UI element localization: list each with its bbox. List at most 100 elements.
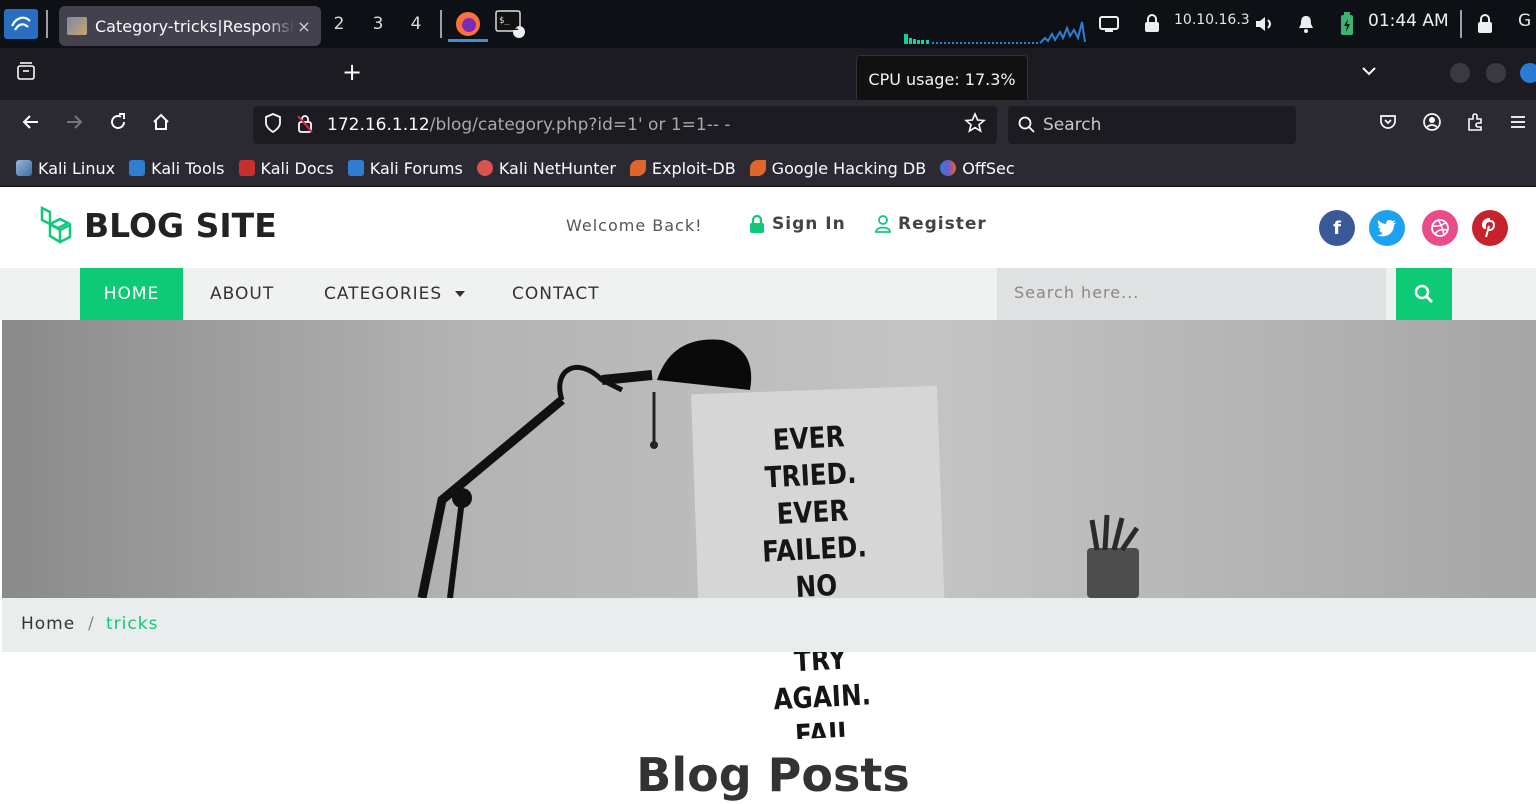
menu-about[interactable]: ABOUT [210, 268, 274, 320]
tab-bar [0, 48, 1536, 100]
poster-line: EVER TRIED. [763, 419, 858, 495]
section-title: Blog Posts [636, 748, 910, 802]
workspace-3[interactable]: 3 [360, 8, 396, 42]
url-path: /blog/category.php?id=1' or 1=1-- - [429, 115, 731, 135]
tracking-shield-icon[interactable] [260, 112, 286, 138]
kali-forums-icon [347, 160, 364, 176]
breadcrumb-separator: / [88, 614, 95, 634]
volume-icon[interactable] [1253, 9, 1277, 39]
bookmark-label: Kali Forums [369, 158, 463, 178]
kali-docs-icon [238, 160, 255, 176]
twitter-icon[interactable] [1369, 210, 1405, 246]
firefox-task-button[interactable] [448, 8, 488, 42]
facebook-icon[interactable]: f [1319, 210, 1355, 246]
tab-favicon-icon [67, 17, 87, 35]
forward-button[interactable] [61, 112, 87, 138]
bookmark-kali-forums[interactable]: Kali Forums [347, 158, 463, 178]
bookmark-exploit-db[interactable]: Exploit-DB [629, 158, 736, 178]
bookmark-kali-tools[interactable]: Kali Tools [129, 158, 225, 178]
site-search-button[interactable] [1396, 268, 1452, 320]
insecure-lock-icon[interactable] [292, 112, 318, 138]
menu-contact[interactable]: CONTACT [512, 268, 600, 320]
browser-search-box[interactable]: Search [1008, 106, 1296, 144]
bookmark-star-icon[interactable] [962, 111, 988, 138]
close-window-button[interactable] [1520, 63, 1536, 83]
poster-line: EVER FAILED. [761, 493, 868, 569]
bookmark-label: Kali Tools [151, 158, 225, 178]
pocket-icon[interactable] [1375, 112, 1401, 138]
user-icon [875, 215, 891, 233]
breadcrumb-home[interactable]: Home [21, 614, 75, 634]
minimize-button[interactable] [1450, 63, 1470, 83]
breadcrumb [2, 598, 1536, 652]
lock-screen-icon[interactable] [1474, 9, 1496, 39]
bookmark-label: Kali Linux [38, 158, 116, 178]
lock-icon [750, 215, 764, 233]
menu-categories-label: CATEGORIES [324, 284, 443, 304]
url-text[interactable]: 172.16.1.12/blog/category.php?id=1' or 1… [327, 115, 731, 135]
sign-in-link[interactable]: Sign In [749, 214, 846, 234]
url-host: 172.16.1.12 [327, 115, 430, 135]
caret-down-icon [454, 291, 465, 297]
bookmark-label: Kali NetHunter [498, 158, 616, 178]
svg-text:$_: $_ [499, 16, 510, 26]
battery-icon[interactable] [1336, 9, 1358, 39]
terminal-task-button[interactable]: $_ 2 [492, 9, 528, 39]
pinterest-icon[interactable] [1472, 210, 1508, 246]
reload-button[interactable] [105, 112, 131, 138]
home-button[interactable] [148, 112, 174, 138]
extensions-icon[interactable] [1462, 112, 1488, 138]
bookmark-kali-linux[interactable]: Kali Linux [16, 159, 115, 178]
browser-search-placeholder: Search [1043, 115, 1102, 135]
cpu-tooltip: CPU usage: 17.3% [856, 55, 1028, 103]
bookmark-kali-nethunter[interactable]: Kali NetHunter [476, 158, 616, 178]
offsec-icon [940, 160, 957, 176]
search-icon [1414, 284, 1433, 303]
menu-categories[interactable]: CATEGORIES [324, 268, 465, 320]
clock[interactable]: 01:44 AM [1368, 11, 1449, 31]
site-search-placeholder: Search here... [1014, 283, 1140, 302]
bookmark-label: OffSec [962, 158, 1015, 178]
bookmark-label: Google Hacking DB [771, 158, 927, 178]
account-icon[interactable] [1419, 112, 1445, 138]
workspace-2[interactable]: 2 [321, 8, 357, 42]
vpn-lock-icon[interactable] [1141, 9, 1163, 39]
register-label: Register [898, 214, 987, 234]
kali-tools-icon [129, 160, 146, 176]
back-button[interactable] [18, 112, 44, 138]
site-logo[interactable]: BLOG SITE [38, 204, 277, 246]
hero-poster-text: EVER TRIED. EVER FAILED. NO MATTER. TRY … [731, 416, 900, 741]
maximize-button[interactable] [1486, 63, 1506, 83]
kali-dragon-icon [16, 160, 32, 176]
bookmarks-toolbar: Kali Linux Kali Tools Kali Docs Kali For… [0, 150, 1536, 187]
app-menu-icon[interactable] [1505, 112, 1531, 138]
notifications-bell-icon[interactable] [1295, 9, 1317, 39]
register-link[interactable]: Register [875, 214, 987, 234]
ghdb-icon [749, 160, 766, 176]
panel-separator [46, 10, 48, 38]
cpu-graph[interactable] [900, 14, 1090, 46]
display-icon[interactable] [1097, 9, 1121, 39]
ip-address: 10.10.16.3 [1174, 12, 1250, 28]
list-all-tabs-icon[interactable] [16, 61, 36, 81]
panel-separator [1460, 10, 1462, 38]
tab-list-chevron-icon[interactable] [1360, 62, 1378, 81]
bookmark-kali-docs[interactable]: Kali Docs [238, 158, 334, 178]
welcome-text: Welcome Back! [566, 216, 703, 235]
menu-home[interactable]: HOME [80, 268, 183, 320]
site-search-input[interactable]: Search here... [997, 268, 1386, 320]
sign-in-label: Sign In [772, 214, 846, 234]
new-tab-button[interactable]: + [339, 57, 365, 87]
bookmark-offsec[interactable]: OffSec [940, 158, 1015, 178]
terminal-count-badge: 2 [512, 22, 519, 33]
workspace-4[interactable]: 4 [398, 8, 434, 42]
panel-overflow-text[interactable]: G [1518, 11, 1531, 31]
tab-close-icon[interactable]: × [295, 17, 313, 36]
tab-active[interactable]: Category-tricks|Responsive × [59, 6, 321, 46]
bookmark-label: Exploit-DB [651, 158, 736, 178]
bookmark-label: Kali Docs [260, 158, 334, 178]
dribbble-icon[interactable] [1422, 210, 1458, 246]
panel-separator [440, 10, 442, 38]
kali-menu-icon[interactable] [4, 9, 38, 39]
bookmark-google-hacking-db[interactable]: Google Hacking DB [749, 158, 927, 178]
